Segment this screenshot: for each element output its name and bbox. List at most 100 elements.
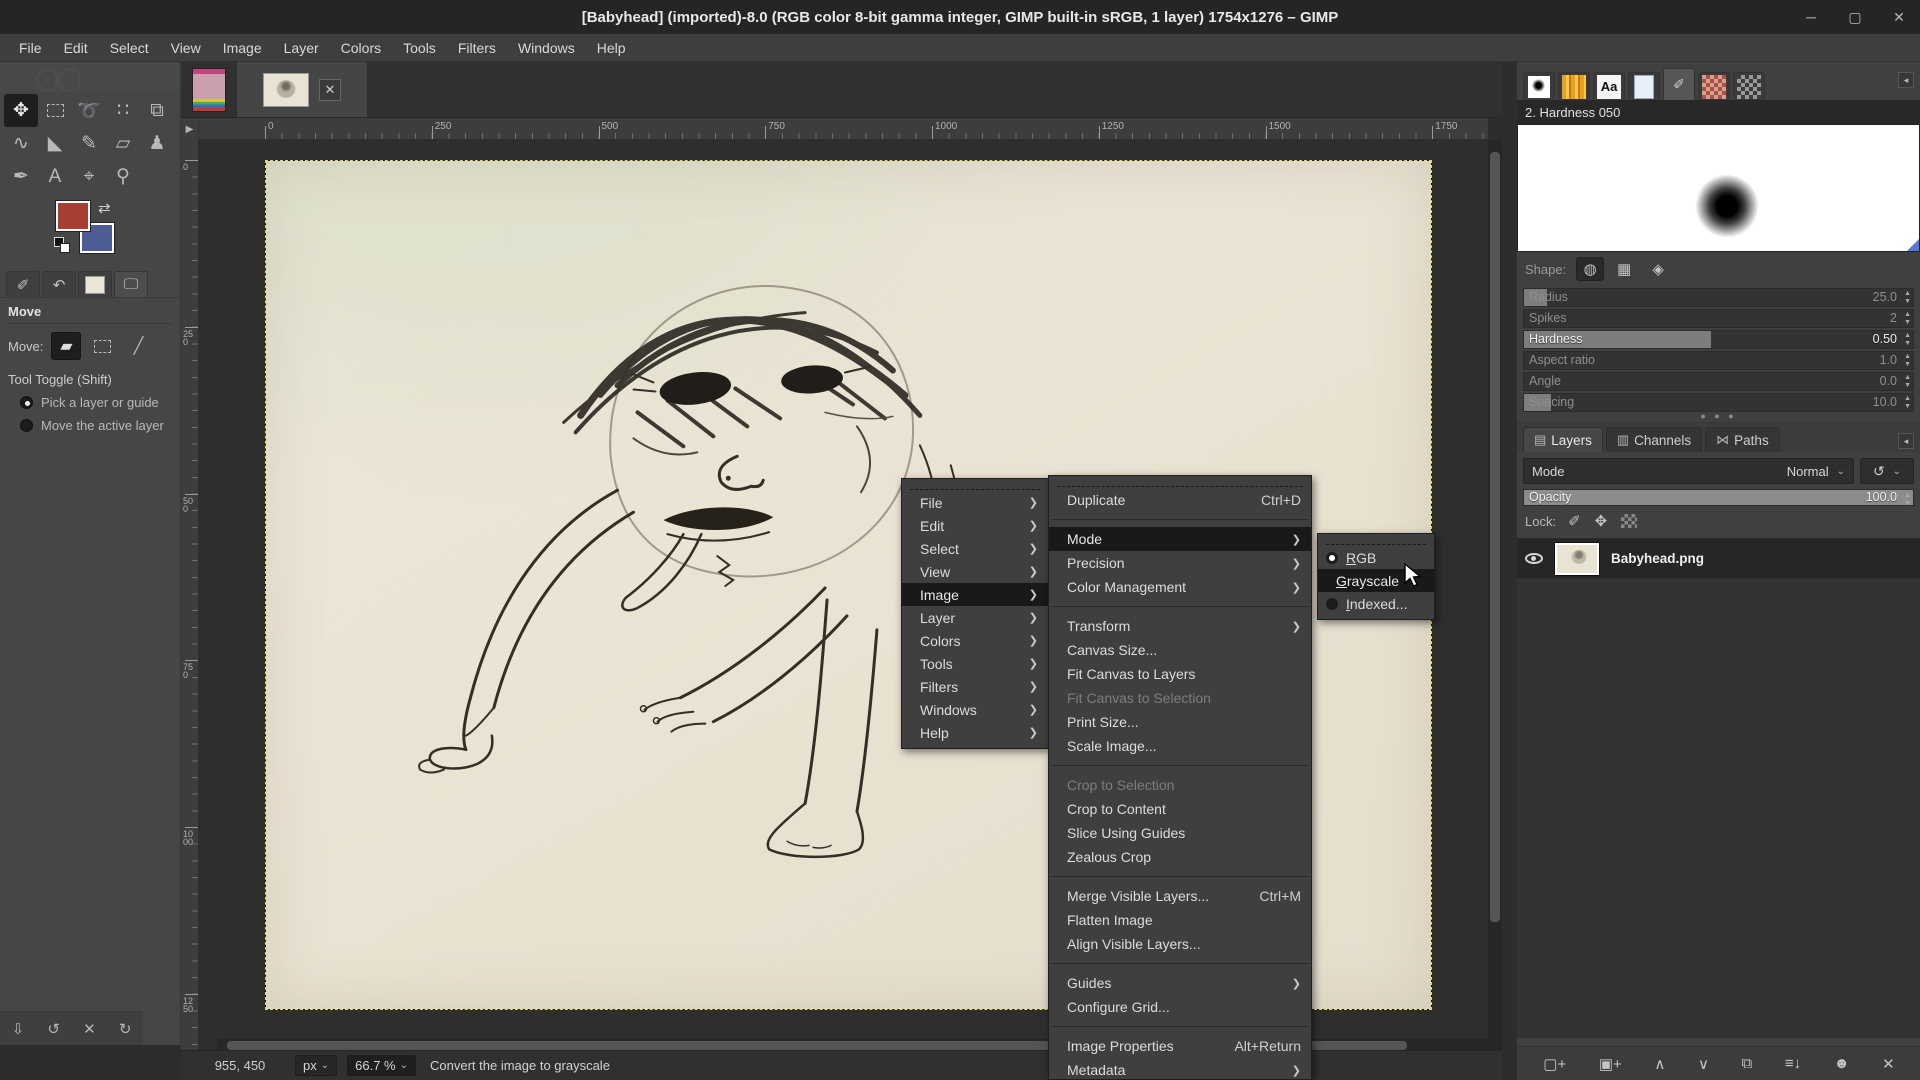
save-preset-icon[interactable]: ⇩ [12, 1020, 25, 1038]
context-menu-item-colors[interactable]: Colors❯ [902, 629, 1048, 652]
brushes-tab[interactable] [1523, 72, 1555, 100]
spinner-icons[interactable]: ▲▼ [1904, 332, 1911, 348]
vertical-ruler[interactable]: 025050075010001250 [181, 140, 199, 1066]
tool-option-radio-1[interactable]: Move the active layer [20, 418, 172, 433]
circle-shape-button[interactable]: ◍ [1576, 257, 1604, 281]
image-thumbnail-tab[interactable] [78, 271, 112, 297]
mode-menu-item-indexed[interactable]: Indexed... [1318, 592, 1434, 615]
spinner-icons[interactable]: ▲▼ [1904, 492, 1911, 508]
crop-tool[interactable]: ⧉ [140, 94, 174, 127]
palettes-tab[interactable] [1733, 72, 1765, 100]
close-button[interactable]: ✕ [1888, 9, 1910, 26]
spinner-icons[interactable]: ▲▼ [1904, 353, 1911, 369]
move-layer-mode[interactable]: ▰ [51, 332, 81, 360]
menubar-file[interactable]: File [8, 36, 53, 60]
spinner-icons[interactable]: ▲▼ [1904, 290, 1911, 306]
panel-resize-grip[interactable]: ● ● ● [1517, 412, 1920, 422]
context-menu-item-file[interactable]: File❯ [902, 491, 1048, 514]
default-colors-icon[interactable] [54, 237, 70, 253]
image-menu-item-configure-grid[interactable]: Configure Grid... [1049, 995, 1311, 1019]
image-menu-item-color-management[interactable]: Color Management❯ [1049, 575, 1311, 599]
menubar-edit[interactable]: Edit [53, 36, 99, 60]
image-menu-item-canvas-size[interactable]: Canvas Size... [1049, 638, 1311, 662]
horizontal-ruler[interactable]: 02505007501000125015001750 [199, 118, 1488, 140]
move-tool[interactable]: ✥ [4, 94, 38, 127]
zoom-dropdown[interactable]: 66.7 %⌄ [347, 1055, 416, 1076]
tear-off-line[interactable] [910, 481, 1040, 490]
slider-spacing[interactable]: Spacing10.0▲▼ [1523, 393, 1914, 412]
document-history-tab[interactable] [1628, 72, 1660, 100]
new-group-icon[interactable]: ▣+ [1599, 1055, 1622, 1073]
swap-colors-icon[interactable]: ⇄ [98, 199, 111, 217]
minimize-button[interactable]: ─ [1800, 9, 1822, 25]
foreground-color-swatch[interactable] [56, 201, 90, 231]
slider-spikes[interactable]: Spikes2▲▼ [1523, 309, 1914, 328]
slider-hardness[interactable]: Hardness0.50▲▼ [1523, 330, 1914, 349]
ink-tool[interactable]: ✒ [4, 160, 38, 193]
opacity-slider[interactable]: Opacity 100.0 ▲▼ [1523, 489, 1914, 506]
context-menu-item-filters[interactable]: Filters❯ [902, 675, 1048, 698]
fonts-tab[interactable]: Aa [1593, 72, 1625, 100]
menubar-windows[interactable]: Windows [507, 36, 586, 60]
unit-dropdown[interactable]: px⌄ [295, 1055, 337, 1076]
undo-history-tab[interactable]: ↶ [42, 271, 76, 297]
menubar-view[interactable]: View [160, 36, 212, 60]
menubar-tools[interactable]: Tools [392, 36, 447, 60]
menubar-filters[interactable]: Filters [447, 36, 507, 60]
collapse-dock-icon[interactable]: ◂ [1898, 433, 1914, 449]
menubar-help[interactable]: Help [586, 36, 637, 60]
image-menu-item-merge-visible-layers[interactable]: Merge Visible Layers...Ctrl+M [1049, 884, 1311, 908]
image-menu-item-align-visible-layers[interactable]: Align Visible Layers... [1049, 932, 1311, 956]
image-menu-item-mode[interactable]: Mode❯ [1049, 527, 1311, 551]
image-menu-item-fit-canvas-to-selection[interactable]: Fit Canvas to Selection [1049, 686, 1311, 710]
image-menu-item-duplicate[interactable]: DuplicateCtrl+D [1049, 488, 1311, 512]
tab-channels[interactable]: ▥Channels [1606, 427, 1702, 452]
restore-preset-icon[interactable]: ↺ [47, 1020, 60, 1038]
delete-preset-icon[interactable]: ✕ [83, 1020, 96, 1038]
context-menu-item-edit[interactable]: Edit❯ [902, 514, 1048, 537]
image-menu-item-transform[interactable]: Transform❯ [1049, 614, 1311, 638]
image-menu-item-fit-canvas-to-layers[interactable]: Fit Canvas to Layers [1049, 662, 1311, 686]
image-menu-item-print-size[interactable]: Print Size... [1049, 710, 1311, 734]
image-menu-item-crop-to-selection[interactable]: Crop to Selection [1049, 773, 1311, 797]
reset-defaults-icon[interactable]: ↻ [119, 1020, 132, 1038]
slider-radius[interactable]: Radius25.0▲▼ [1523, 288, 1914, 307]
image-menu-item-image-properties[interactable]: Image PropertiesAlt+Return [1049, 1034, 1311, 1058]
image-menu-item-guides[interactable]: Guides❯ [1049, 971, 1311, 995]
image-menu-item-scale-image[interactable]: Scale Image... [1049, 734, 1311, 758]
image-menu-item-crop-to-content[interactable]: Crop to Content [1049, 797, 1311, 821]
gradients-tab[interactable] [1698, 72, 1730, 100]
lock-pixels-icon[interactable]: ✐ [1568, 512, 1581, 530]
eraser-tool[interactable]: ▱ [106, 127, 140, 160]
tool-option-radio-0[interactable]: Pick a layer or guide [20, 395, 172, 410]
image-menu-item-precision[interactable]: Precision❯ [1049, 551, 1311, 575]
square-shape-button[interactable]: ▦ [1610, 257, 1638, 281]
context-menu-item-layer[interactable]: Layer❯ [902, 606, 1048, 629]
duplicate-layer-icon[interactable]: ⧉ [1742, 1055, 1753, 1072]
lock-position-icon[interactable]: ✥ [1595, 512, 1608, 530]
lock-alpha-icon[interactable] [1621, 514, 1637, 528]
device-status-tab[interactable]: 🖵 [114, 271, 148, 297]
image-tab-teen-magazine[interactable] [181, 62, 237, 117]
menubar-select[interactable]: Select [99, 36, 160, 60]
menubar-colors[interactable]: Colors [330, 36, 392, 60]
merge-down-icon[interactable]: ≡↓ [1785, 1055, 1801, 1072]
context-menu-item-help[interactable]: Help❯ [902, 721, 1048, 744]
text-tool[interactable]: A [38, 160, 72, 193]
close-tab-icon[interactable]: ✕ [319, 79, 341, 101]
image-menu-item-slice-using-guides[interactable]: Slice Using Guides [1049, 821, 1311, 845]
tab-paths[interactable]: ⋈Paths [1705, 427, 1780, 452]
context-menu-item-select[interactable]: Select❯ [902, 537, 1048, 560]
tear-off-line[interactable] [1326, 536, 1426, 545]
layer-mode-reset-button[interactable]: ↺⌄ [1860, 458, 1914, 484]
anchor-layer-icon[interactable]: ☻ [1834, 1055, 1850, 1072]
rectangle-select-tool[interactable] [38, 94, 72, 127]
diamond-shape-button[interactable]: ◈ [1644, 257, 1672, 281]
free-select-tool[interactable]: ➰ [72, 94, 106, 127]
spinner-icons[interactable]: ▲▼ [1904, 374, 1911, 390]
image-menu-item-zealous-crop[interactable]: Zealous Crop [1049, 845, 1311, 869]
color-picker-tool[interactable]: ⌖ [72, 160, 106, 193]
clone-tool[interactable]: ♟ [140, 127, 174, 160]
spinner-icons[interactable]: ▲▼ [1904, 395, 1911, 411]
context-menu-item-windows[interactable]: Windows❯ [902, 698, 1048, 721]
